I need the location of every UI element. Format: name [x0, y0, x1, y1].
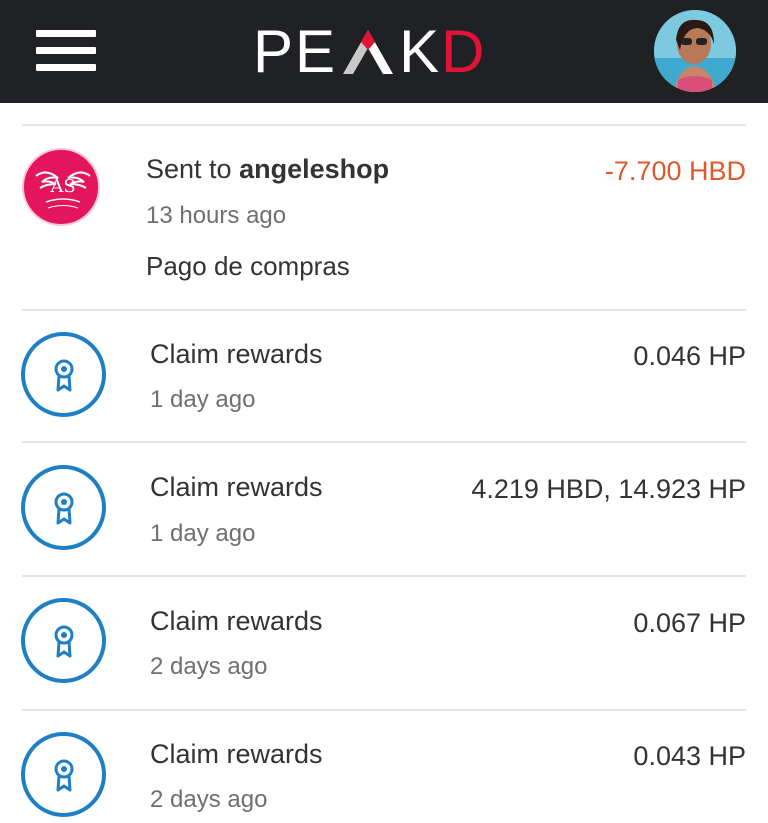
hamburger-menu-icon[interactable]	[34, 28, 98, 74]
transfer-prefix: Sent to	[146, 154, 240, 184]
logo-letter-p: P	[253, 18, 296, 85]
logo-letter-k: K	[399, 18, 442, 85]
transaction-row-claim[interactable]	[0, 443, 768, 576]
claim-timestamp: 1 day ago	[150, 520, 256, 547]
award-ribbon-icon	[21, 598, 106, 683]
claim-title: Claim rewards	[150, 606, 323, 636]
award-ribbon-icon	[21, 332, 106, 417]
claim-amount: 4.219 HBD, 14.923 HP	[471, 474, 746, 504]
transfer-recipient-link[interactable]: angeleshop	[239, 154, 389, 184]
peak-triangle-icon	[343, 30, 394, 74]
top-navigation-bar: P E K D	[0, 0, 768, 103]
award-ribbon-icon	[21, 465, 106, 550]
claim-amount: 0.043 HP	[633, 741, 746, 771]
claim-title: Claim rewards	[150, 339, 323, 369]
avatar-photo	[654, 10, 736, 92]
svg-text:AS: AS	[49, 176, 75, 197]
angeles-shop-logo[interactable]: AS	[22, 148, 100, 226]
transfer-timestamp: 13 hours ago	[146, 202, 287, 229]
claim-title: Claim rewards	[150, 739, 323, 769]
user-avatar[interactable]	[654, 10, 736, 92]
logo-letter-d: D	[441, 18, 487, 85]
claim-amount: 0.046 HP	[633, 341, 746, 371]
transfer-amount: -7.700 HBD	[604, 156, 746, 186]
transfer-memo: Pago de compras	[146, 251, 350, 281]
peakd-logo[interactable]: P E K D	[253, 18, 487, 85]
claim-timestamp: 2 days ago	[150, 786, 268, 813]
transaction-row-claim[interactable]	[0, 577, 768, 710]
logo-letter-e: E	[295, 18, 338, 85]
award-ribbon-icon	[21, 732, 106, 817]
claim-timestamp: 2 days ago	[150, 653, 268, 680]
claim-title: Claim rewards	[150, 472, 323, 502]
claim-timestamp: 1 day ago	[150, 386, 256, 413]
claim-amount: 0.067 HP	[633, 608, 746, 638]
transfer-title: Sent to angeleshop	[146, 154, 389, 185]
transaction-row-claim[interactable]	[0, 311, 768, 442]
